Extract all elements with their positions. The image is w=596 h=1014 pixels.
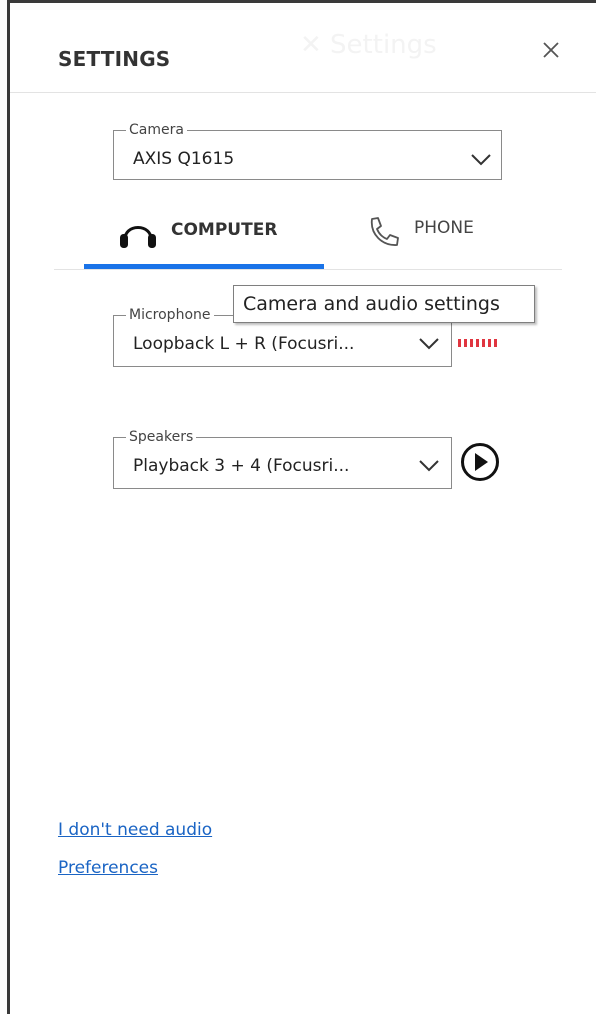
tab-phone[interactable]: PHONE xyxy=(354,196,554,269)
headset-icon xyxy=(120,226,156,248)
no-audio-link[interactable]: I don't need audio xyxy=(58,820,212,840)
test-speakers-play-button[interactable] xyxy=(460,442,500,482)
page-title: SETTINGS xyxy=(58,47,171,71)
speakers-select[interactable]: Speakers Playback 3 + 4 (Focusri... xyxy=(113,429,452,489)
camera-value: AXIS Q1615 xyxy=(133,149,235,169)
tabs-divider xyxy=(54,269,562,270)
microphone-level-meter xyxy=(458,339,500,347)
microphone-legend: Microphone xyxy=(126,307,214,323)
settings-header: SETTINGS xyxy=(10,3,596,93)
audio-source-tabs: COMPUTER PHONE xyxy=(54,196,562,271)
close-icon xyxy=(543,42,559,58)
speakers-value: Playback 3 + 4 (Focusri... xyxy=(133,456,350,476)
speakers-legend: Speakers xyxy=(126,429,197,445)
tooltip: Camera and audio settings xyxy=(233,285,535,323)
tooltip-text: Camera and audio settings xyxy=(243,293,500,315)
phone-icon xyxy=(370,217,399,246)
tab-phone-label: PHONE xyxy=(414,218,474,238)
chevron-down-icon xyxy=(471,154,491,166)
microphone-value: Loopback L + R (Focusri... xyxy=(133,334,355,354)
chevron-down-icon xyxy=(419,338,439,350)
window-left-border xyxy=(0,0,10,1014)
camera-legend: Camera xyxy=(126,122,187,138)
tab-computer-label: COMPUTER xyxy=(171,220,278,240)
tab-computer[interactable]: COMPUTER xyxy=(54,196,324,269)
play-icon xyxy=(461,443,499,481)
chevron-down-icon xyxy=(419,460,439,472)
preferences-link[interactable]: Preferences xyxy=(58,858,158,878)
camera-select[interactable]: Camera AXIS Q1615 xyxy=(113,122,502,180)
close-button[interactable] xyxy=(537,36,565,64)
